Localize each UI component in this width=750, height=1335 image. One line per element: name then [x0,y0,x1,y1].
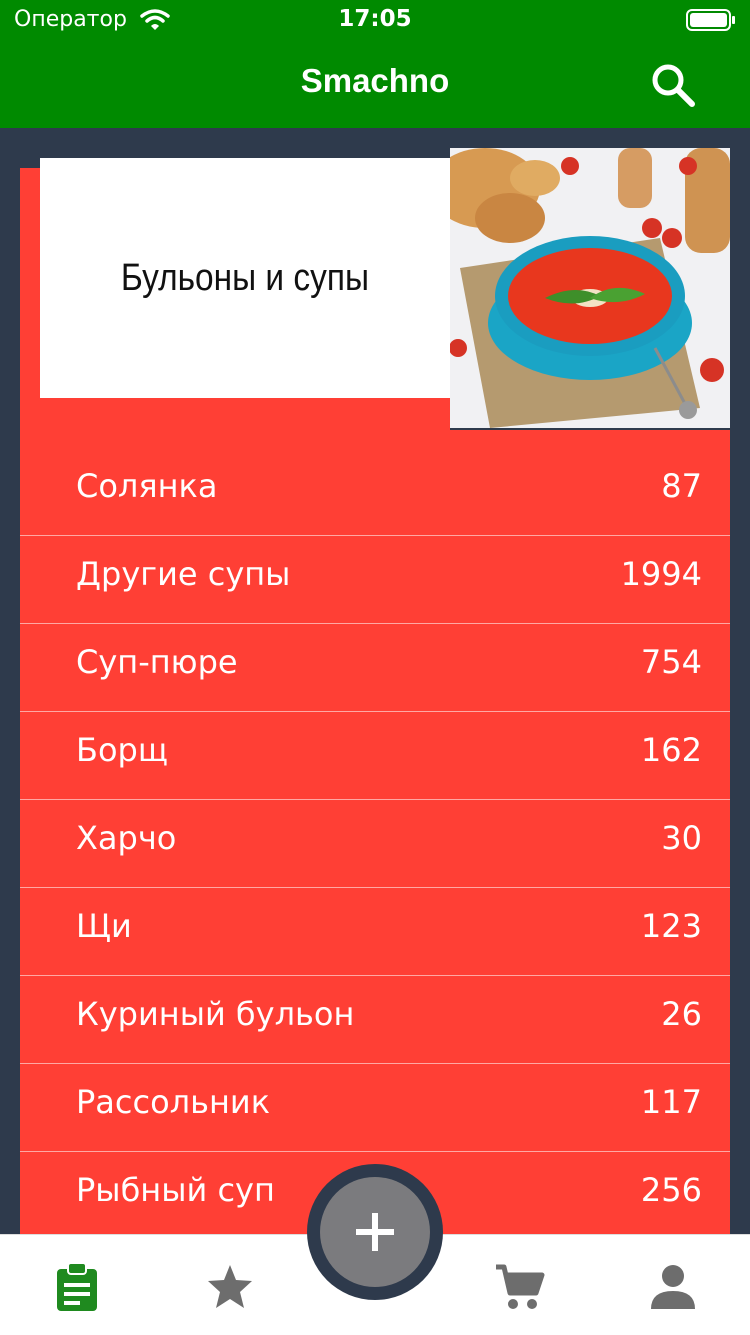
list-item[interactable]: Суп-пюре 754 [20,623,730,712]
list-item-count: 26 [661,995,702,1033]
list-item[interactable]: Щи 123 [20,887,730,976]
person-icon [651,1265,695,1309]
clipboard-icon [57,1262,97,1311]
list-item-name: Рыбный суп [76,1171,275,1209]
tab-recipes[interactable] [51,1261,103,1313]
soup-photo [450,148,730,428]
search-button[interactable] [648,60,700,112]
tab-cart[interactable] [494,1261,546,1313]
list-item[interactable]: Солянка 87 [20,447,730,536]
list-item[interactable]: Рассольник 117 [20,1063,730,1152]
cart-icon [496,1264,545,1309]
subcategory-list: Солянка 87 Другие супы 1994 Суп-пюре 754… [20,430,730,1240]
list-item-count: 1994 [620,555,702,593]
app-title: Smachno [300,62,450,99]
tab-favorites[interactable] [204,1261,256,1313]
list-item[interactable]: Борщ 162 [20,711,730,800]
category-header: Бульоны и супы [40,158,450,398]
card-accent [20,168,40,430]
list-item-count: 117 [640,1083,702,1121]
card-band [20,398,450,430]
list-item-name: Куриный бульон [76,995,355,1033]
plus-icon [356,1213,394,1251]
clock: 17:05 [338,6,412,32]
list-item-count: 256 [640,1171,702,1209]
list-item-count: 87 [661,467,702,505]
list-item-count: 30 [661,819,702,857]
list-item-name: Рассольник [76,1083,271,1121]
status-bar: Оператор 17:05 [0,0,750,40]
tab-profile[interactable] [647,1261,699,1313]
add-button[interactable] [320,1177,430,1287]
list-item-name: Суп-пюре [76,643,238,681]
list-item[interactable]: Куриный бульон 26 [20,975,730,1064]
list-item[interactable]: Другие супы 1994 [20,535,730,624]
list-item-name: Щи [76,907,132,945]
list-item-count: 162 [640,731,702,769]
search-icon [652,64,695,107]
list-item-count: 123 [640,907,702,945]
star-icon [208,1265,252,1308]
category-image [450,148,730,428]
list-item-count: 754 [640,643,702,681]
nav-bar: Smachno [0,40,750,128]
list-item[interactable]: Харчо 30 [20,799,730,888]
list-item-name: Солянка [76,467,218,505]
battery-icon [686,9,735,31]
category-title: Бульоны и супы [120,256,370,299]
list-item-name: Другие супы [76,555,291,593]
list-item-name: Харчо [76,819,177,857]
list-item-name: Борщ [76,731,168,769]
